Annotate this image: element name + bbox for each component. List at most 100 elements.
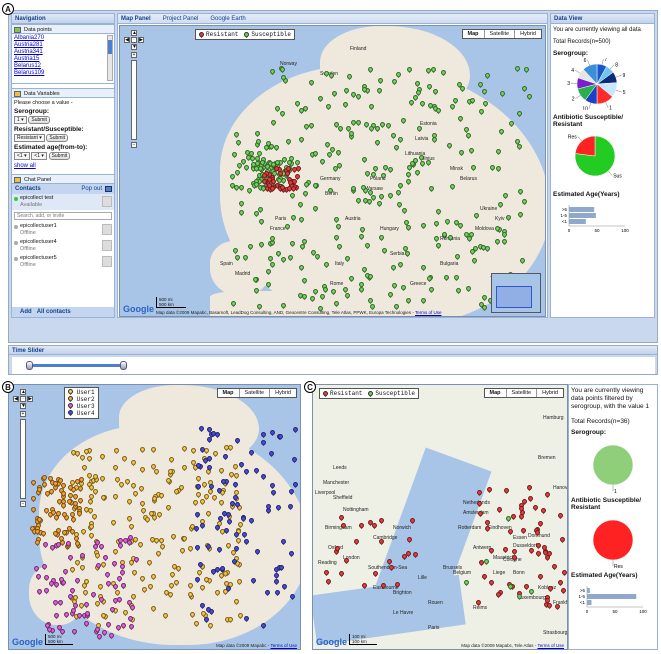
data-point-link[interactable]: Austria281 bbox=[14, 42, 106, 49]
map-type-hybrid-c[interactable]: Hybrid bbox=[536, 389, 563, 397]
map-type-hybrid[interactable]: Hybrid bbox=[514, 30, 541, 38]
map-marker[interactable] bbox=[527, 495, 535, 503]
map-a[interactable]: FinlandSwedenNorwayEstoniaLatviaLithuani… bbox=[119, 25, 546, 317]
resistant-select[interactable]: Resistant ▾ bbox=[14, 134, 45, 142]
map-marker[interactable] bbox=[502, 546, 510, 554]
overview-map[interactable] bbox=[491, 273, 541, 313]
zoom-slider[interactable] bbox=[20, 419, 26, 499]
map-marker[interactable] bbox=[534, 549, 543, 557]
data-point-link[interactable]: Austria15 bbox=[14, 56, 106, 63]
contact-item[interactable]: epicollectuser1 Offline bbox=[12, 222, 114, 238]
terms-link[interactable]: Terms of Use bbox=[415, 310, 442, 315]
map-marker[interactable] bbox=[557, 512, 565, 520]
map-marker[interactable] bbox=[291, 455, 299, 463]
contact-search-input[interactable]: Search, add, or invite bbox=[14, 212, 112, 220]
map-marker[interactable] bbox=[95, 633, 103, 641]
pan-center-icon[interactable]: · bbox=[131, 37, 137, 43]
map-marker[interactable] bbox=[515, 110, 523, 118]
data-point-link[interactable]: Albania270 bbox=[14, 35, 106, 42]
tab-project-panel[interactable]: Project Panel bbox=[163, 16, 199, 22]
map-marker[interactable] bbox=[268, 449, 276, 457]
map-marker[interactable] bbox=[520, 526, 528, 534]
pan-down-icon[interactable]: ▼ bbox=[131, 44, 137, 50]
map-type-satellite[interactable]: Satellite bbox=[483, 30, 515, 38]
map-marker[interactable] bbox=[481, 87, 489, 95]
age-from-select[interactable]: <1 ▾ bbox=[14, 152, 30, 160]
map-marker[interactable] bbox=[352, 537, 360, 545]
pan-up-icon[interactable]: ▲ bbox=[20, 389, 26, 395]
add-contact-link[interactable]: Add bbox=[20, 309, 32, 315]
show-all-link[interactable]: show all bbox=[14, 163, 112, 170]
overview-viewport[interactable] bbox=[496, 286, 532, 308]
map-marker[interactable] bbox=[520, 84, 528, 92]
map-marker[interactable] bbox=[551, 563, 559, 571]
map-marker[interactable] bbox=[377, 517, 385, 525]
map-marker[interactable] bbox=[499, 90, 507, 98]
map-marker[interactable] bbox=[507, 527, 515, 535]
map-marker[interactable] bbox=[30, 506, 38, 514]
data-point-link[interactable]: Belarus109 bbox=[14, 70, 106, 77]
map-type-map-c[interactable]: Map bbox=[485, 389, 506, 397]
map-marker[interactable] bbox=[560, 587, 567, 595]
map-marker[interactable] bbox=[291, 425, 299, 433]
tab-map-panel[interactable]: Map Panel bbox=[121, 16, 151, 22]
data-variables-header[interactable]: Data Variables bbox=[12, 88, 114, 98]
map-marker[interactable] bbox=[484, 71, 492, 79]
contact-item[interactable]: epicollectuser5 Offline bbox=[12, 254, 114, 270]
terms-link-c[interactable]: Terms of Use bbox=[537, 643, 564, 648]
pan-down-icon[interactable]: ▼ bbox=[20, 403, 26, 409]
pop-out-link[interactable]: Pop out bbox=[81, 186, 102, 192]
map-marker[interactable] bbox=[525, 484, 534, 492]
age-to-select[interactable]: <1 ▾ bbox=[31, 152, 47, 160]
pan-right-icon[interactable]: ▶ bbox=[138, 37, 144, 43]
pan-up-icon[interactable]: ▲ bbox=[131, 30, 137, 36]
map-marker[interactable] bbox=[527, 587, 535, 595]
zoom-control-a[interactable]: ▲ ◀ · ▶ ▼ + − bbox=[124, 30, 144, 148]
zoom-in-icon[interactable]: + bbox=[131, 52, 137, 58]
map-type-satellite-c[interactable]: Satellite bbox=[505, 389, 537, 397]
map-marker[interactable] bbox=[259, 431, 267, 439]
terms-link-b[interactable]: Terms of Use bbox=[270, 643, 297, 648]
map-marker[interactable] bbox=[495, 506, 503, 514]
scrollbar[interactable] bbox=[107, 35, 113, 81]
time-slider-track[interactable] bbox=[28, 364, 125, 367]
map-c[interactable]: Manchester Liverpool Sheffield Nottingham Bi… bbox=[312, 384, 568, 650]
map-marker[interactable] bbox=[259, 439, 267, 447]
map-type-map[interactable]: Map bbox=[463, 30, 484, 38]
map-marker[interactable] bbox=[83, 620, 91, 628]
resistant-submit-button[interactable]: Submit bbox=[46, 134, 68, 142]
map-marker[interactable] bbox=[476, 81, 484, 89]
time-slider-start-handle[interactable] bbox=[26, 361, 33, 370]
map-marker[interactable] bbox=[522, 66, 530, 74]
zoom-out-icon[interactable]: − bbox=[20, 501, 26, 507]
map-marker[interactable] bbox=[269, 429, 277, 437]
age-submit-button[interactable]: Submit bbox=[48, 152, 71, 160]
map-marker[interactable] bbox=[557, 578, 565, 586]
all-contacts-link[interactable]: All contacts bbox=[37, 309, 71, 315]
serogroup-select[interactable]: 1 ▾ bbox=[14, 116, 27, 124]
zoom-control-b[interactable]: ▲ ◀ · ▶ ▼ + − bbox=[13, 389, 33, 507]
map-marker[interactable] bbox=[503, 486, 511, 494]
map-type-satellite-b[interactable]: Satellite bbox=[238, 389, 270, 397]
map-marker[interactable] bbox=[276, 433, 284, 441]
pan-right-icon[interactable]: ▶ bbox=[27, 396, 33, 402]
map-marker[interactable] bbox=[337, 570, 345, 578]
contact-item[interactable]: epicollectuser4 Offline bbox=[12, 238, 114, 254]
map-marker[interactable] bbox=[269, 68, 277, 76]
map-marker[interactable] bbox=[488, 578, 496, 586]
map-marker[interactable] bbox=[324, 577, 332, 585]
map-marker[interactable] bbox=[513, 65, 522, 73]
tab-google-earth[interactable]: Google Earth bbox=[210, 16, 245, 22]
map-marker[interactable] bbox=[482, 558, 490, 566]
contact-item[interactable]: epicollect test Available bbox=[12, 194, 114, 210]
map-marker[interactable] bbox=[377, 538, 385, 546]
data-point-link[interactable]: Austria341 bbox=[14, 49, 106, 56]
data-point-link[interactable]: Belarus12 bbox=[14, 63, 106, 70]
pan-left-icon[interactable]: ◀ bbox=[13, 396, 19, 402]
map-marker[interactable] bbox=[260, 621, 268, 629]
map-marker[interactable] bbox=[544, 490, 552, 498]
map-b[interactable]: User1 User2 User3 User4 Map Satellite Hy… bbox=[8, 384, 301, 650]
zoom-out-icon[interactable]: − bbox=[131, 142, 137, 148]
map-marker[interactable] bbox=[338, 514, 346, 522]
pan-left-icon[interactable]: ◀ bbox=[124, 37, 130, 43]
